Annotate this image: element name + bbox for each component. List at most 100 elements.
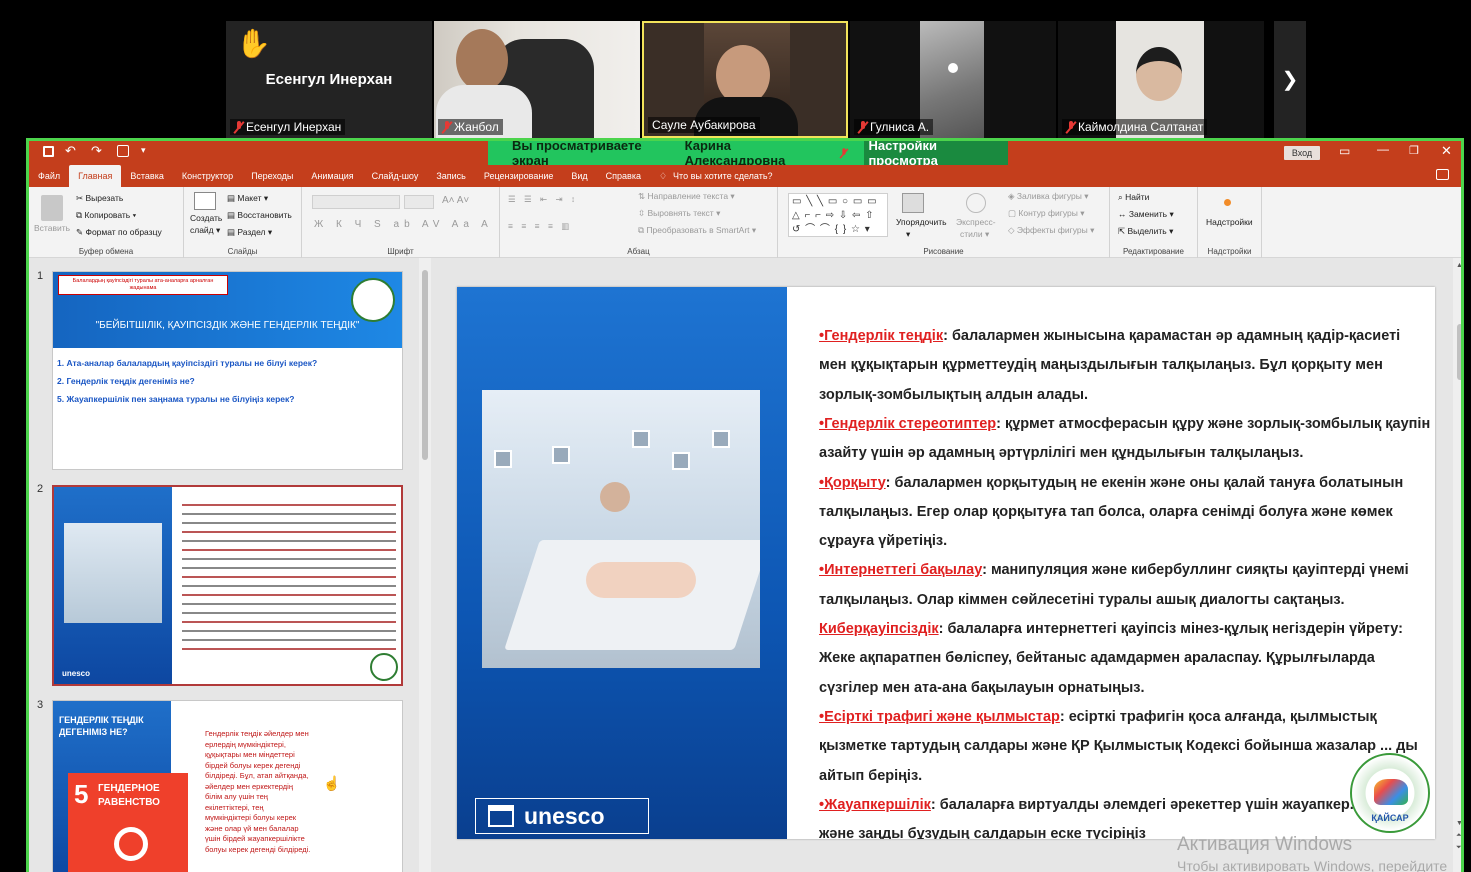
- ribbon-group-addins: Надстройки Надстройки: [1198, 187, 1262, 258]
- quick-styles-icon[interactable]: [966, 193, 986, 213]
- tab-record[interactable]: Запись: [427, 165, 475, 187]
- maximize-icon[interactable]: ❐: [1409, 144, 1419, 157]
- undo-icon[interactable]: ↶: [65, 143, 76, 159]
- ceiling-lamp-shape: [948, 63, 958, 73]
- previous-slide-icon[interactable]: ⏶: [1456, 832, 1461, 840]
- paste-button[interactable]: Вставить: [34, 223, 70, 233]
- smartart-button[interactable]: ⧉ Преобразовать в SmartArt ▾: [638, 225, 756, 236]
- ribbon-display-options-icon[interactable]: ▭: [1339, 144, 1350, 158]
- slide-line-text: Жеке ақпаратпен бөліспеу, бейтаныс адамд…: [819, 650, 1375, 667]
- list-buttons[interactable]: ☰ ☰ ⇤ ⇥ ↕: [508, 194, 578, 205]
- arrange-icon[interactable]: [902, 193, 924, 213]
- tab-home[interactable]: Главная: [69, 165, 122, 187]
- shape-effects-button[interactable]: ◇ Эффекты фигуры ▾: [1008, 225, 1094, 236]
- tab-view[interactable]: Вид: [562, 165, 596, 187]
- tab-transitions[interactable]: Переходы: [242, 165, 302, 187]
- thumb-item-list: 1. Ата-аналар балалардың қауіпсіздігі ту…: [57, 358, 318, 404]
- tab-design[interactable]: Конструктор: [173, 165, 242, 187]
- slide-text-line: сүзгілер мен ата-ана бақылауын орнатыңыз…: [819, 679, 1145, 697]
- layout-button[interactable]: ▤ Макет ▾: [227, 193, 268, 204]
- align-text-button[interactable]: ⇳ Выровнять текст ▾: [638, 208, 720, 219]
- reset-button[interactable]: ▤ Восстановить: [227, 210, 292, 221]
- font-grow-icon[interactable]: A˄ A˅: [442, 195, 469, 206]
- replace-button[interactable]: ↔ Заменить ▾: [1118, 209, 1174, 220]
- shape-fill-button[interactable]: ◈ Заливка фигуры ▾: [1008, 191, 1088, 202]
- slide-text-line: Жеке ақпаратпен бөліспеу, бейтаныс адамд…: [819, 649, 1375, 667]
- format-painter-button[interactable]: ✎ Формат по образцу: [76, 227, 162, 238]
- person-head-shape: [716, 45, 770, 105]
- slide-line-text: зорлық-зомбылықтың алдын алады.: [819, 386, 1088, 403]
- font-style-buttons[interactable]: Ж К Ч S ab AV Aa A: [314, 219, 493, 230]
- slideshow-start-icon[interactable]: [117, 145, 129, 157]
- minimize-icon[interactable]: —: [1377, 142, 1389, 156]
- kaisar-logo-icon: ҚАЙСАР: [1350, 753, 1430, 833]
- font-size-box[interactable]: [404, 195, 434, 209]
- mic-muted-icon: [442, 120, 452, 134]
- scrollbar-thumb[interactable]: [422, 270, 428, 460]
- participant-tile-gulnisa[interactable]: Гулниса А.: [850, 21, 1056, 138]
- tab-animation[interactable]: Анимация: [302, 165, 362, 187]
- redo-icon[interactable]: ↷: [91, 143, 102, 159]
- paste-icon[interactable]: [41, 195, 63, 221]
- thumbnails-scrollbar[interactable]: [419, 258, 431, 872]
- kaisar-figures-shape: [1374, 779, 1408, 805]
- slide-text-line: азайту үшін әр адамның әртүрлілігі мен қ…: [819, 444, 1303, 462]
- scroll-up-icon[interactable]: ▲: [1456, 262, 1461, 269]
- align-buttons[interactable]: ≡ ≡ ≡ ≡ ▥: [508, 221, 572, 232]
- slide-thumbnail-1[interactable]: Балалардың қауіпсіздігі туралы ата-анала…: [52, 271, 403, 470]
- tab-insert[interactable]: Вставка: [121, 165, 172, 187]
- sdg5-tile: 5 ГЕНДЕРНОЕ РАВЕНСТВО: [68, 773, 188, 872]
- editor-scrollbar[interactable]: ▲ ▼ ⏶ ⏷: [1453, 258, 1461, 872]
- tab-review[interactable]: Рецензирование: [475, 165, 563, 187]
- tab-slideshow[interactable]: Слайд-шоу: [363, 165, 428, 187]
- quick-styles-dropdown[interactable]: стили ▾: [960, 229, 989, 240]
- windows-activation-hint: Чтобы активировать Windows, перейдите: [1177, 858, 1448, 872]
- tab-help[interactable]: Справка: [597, 165, 650, 187]
- paragraph-label: Абзац: [627, 247, 650, 256]
- participant-tile-esengul[interactable]: ✋ Есенгул Инерхан Есенгул Инерхан: [226, 21, 432, 138]
- sign-in-button[interactable]: Вход: [1284, 146, 1320, 160]
- close-icon[interactable]: ✕: [1441, 143, 1452, 159]
- find-button[interactable]: ⌕ Найти: [1118, 192, 1149, 203]
- font-name-box[interactable]: [312, 195, 400, 209]
- new-slide-icon[interactable]: [194, 192, 216, 210]
- slide-line-text: : құрмет атмосферасын құру және зорлық-з…: [996, 415, 1431, 432]
- view-settings-button[interactable]: Настройки просмотра: [864, 141, 1008, 168]
- select-button[interactable]: ⇱ Выделить ▾: [1118, 226, 1173, 237]
- thumb-title: "БЕЙБІТШІЛІК, ҚАУІПСІЗДІК ЖӘНЕ ГЕНДЕРЛІК…: [95, 320, 360, 331]
- shapes-gallery[interactable]: ▭ ╲ ╲ ▭ ○ ▭ ▭ △ ⌐ ⌐ ⇨ ⇩ ⇦ ⇧ ↺ ⌒ ⌒ { } ☆ ▾: [788, 193, 888, 237]
- next-slide-icon[interactable]: ⏷: [1456, 844, 1461, 852]
- participant-tile-saule-active[interactable]: Сауле Аубакирова: [642, 21, 848, 138]
- participant-tile-zhanbol[interactable]: Жанбол: [434, 21, 640, 138]
- scrollbar-thumb[interactable]: [1457, 324, 1461, 380]
- participant-tile-kaimoldina[interactable]: Каймолдина Салтанат: [1058, 21, 1264, 138]
- scroll-down-icon[interactable]: ▼: [1456, 820, 1461, 827]
- thumb-body-text: Гендерлік теңдік әйелдер мен ерлердің мүм…: [205, 729, 311, 854]
- quick-styles-button[interactable]: Экспресс-: [956, 217, 996, 227]
- comments-icon[interactable]: [1436, 169, 1449, 180]
- new-slide-dropdown[interactable]: слайд ▾: [190, 225, 220, 236]
- addins-icon[interactable]: [1224, 199, 1231, 206]
- quick-access-dropdown-icon[interactable]: ▾: [141, 145, 146, 156]
- tab-file[interactable]: Файл: [29, 165, 69, 187]
- ribbon-group-slides: Создать слайд ▾ ▤ Макет ▾ ▤ Восстановить…: [184, 187, 302, 258]
- unesco-temple-icon: [488, 805, 514, 827]
- current-slide: unesco •Гендерлік теңдік: балалармен жын…: [457, 287, 1435, 839]
- slide-thumbnail-2-selected[interactable]: unesco: [52, 485, 403, 686]
- cut-button[interactable]: ✂ Вырезать: [76, 193, 123, 204]
- screen-share-banner: Вы просматриваете экран Карина Александр…: [488, 141, 1008, 168]
- save-icon[interactable]: [43, 146, 54, 157]
- arrange-dropdown-icon[interactable]: ▾: [906, 229, 910, 240]
- arrange-button[interactable]: Упорядочить: [896, 217, 947, 227]
- next-participants-arrow-icon[interactable]: ❯: [1274, 21, 1306, 138]
- shape-outline-button[interactable]: ▢ Контур фигуры ▾: [1008, 208, 1085, 219]
- tell-me-search[interactable]: ♢ Что вы хотите сделать?: [650, 165, 782, 187]
- new-slide-button[interactable]: Создать: [190, 213, 222, 223]
- section-button[interactable]: ▤ Раздел ▾: [227, 227, 272, 238]
- slide-keyword: •Гендерлік стереотиптер: [819, 415, 997, 432]
- text-direction-button[interactable]: ⇅ Направление текста ▾: [638, 191, 735, 202]
- addins-button[interactable]: Надстройки: [1206, 217, 1253, 227]
- thumb-text-lines: [182, 501, 396, 657]
- slide-thumbnail-3[interactable]: ГЕНДЕРЛІК ТЕҢДІК ДЕГЕНІМІЗ НЕ? 5 ГЕНДЕРН…: [52, 700, 403, 872]
- copy-button[interactable]: ⧉ Копировать ▾: [76, 210, 136, 221]
